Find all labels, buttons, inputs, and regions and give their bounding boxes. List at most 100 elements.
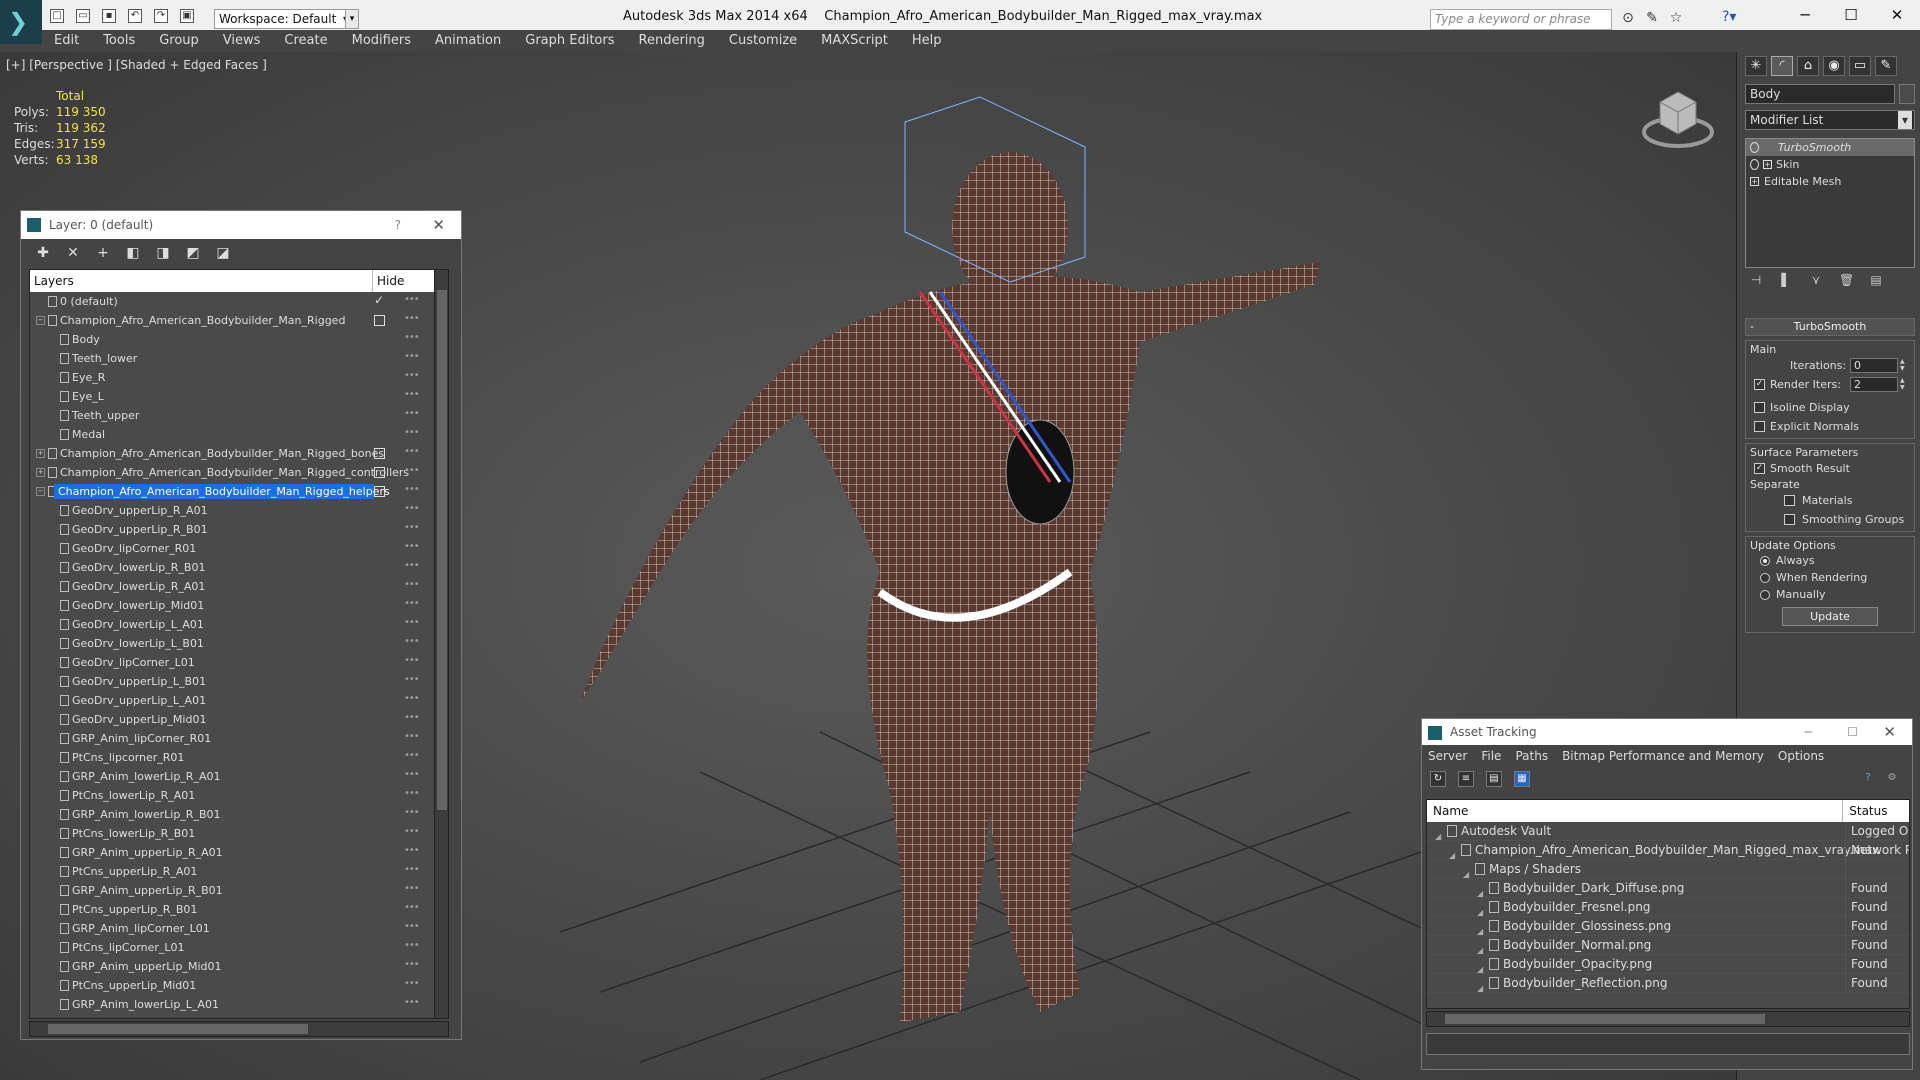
asset-row[interactable]: ◢ Bodybuilder_Opacity.png Found <box>1427 955 1909 974</box>
layer-object-row[interactable]: PtCns_lipcorner_R01 ••• <box>30 748 448 767</box>
binoculars-icon[interactable]: ⊙ <box>1620 10 1636 26</box>
hide-toggle[interactable]: ••• <box>404 1016 420 1018</box>
menu-maxscript[interactable]: MAXScript <box>809 30 900 52</box>
remove-modifier-icon[interactable]: 🗑 <box>1839 272 1854 288</box>
spinner-arrows-icon[interactable]: ▲ ▼ <box>1900 377 1905 391</box>
open-file-icon[interactable]: ▭ <box>76 9 90 23</box>
hide-toggle[interactable]: ••• <box>404 959 420 970</box>
hide-toggle[interactable]: ••• <box>404 598 420 609</box>
layer-object-row[interactable]: GeoDrv_upperLip_Mid01 ••• <box>30 710 448 729</box>
hide-toggle[interactable]: ••• <box>404 788 420 799</box>
hide-toggle[interactable]: ••• <box>404 294 420 305</box>
asset-row[interactable]: ◢ Bodybuilder_Glossiness.png Found <box>1427 917 1909 936</box>
help-icon[interactable]: ? <box>395 211 401 239</box>
workspace-dropdown[interactable]: Workspace: Default▾ <box>214 9 354 29</box>
render-iters-checkbox[interactable]: ✓ <box>1754 379 1765 390</box>
add-to-layer-icon[interactable]: + <box>95 245 111 261</box>
layer-object-row[interactable]: Medal ••• <box>30 425 448 444</box>
materials-checkbox[interactable] <box>1784 495 1795 506</box>
make-unique-icon[interactable]: ⋎ <box>1809 272 1823 288</box>
menu-graph-editors[interactable]: Graph Editors <box>513 30 626 52</box>
favorites-star-icon[interactable]: ☆ <box>1668 10 1684 26</box>
hide-toggle[interactable]: ••• <box>404 332 420 343</box>
layer-object-row[interactable]: GeoDrv_upperLip_R_B01 ••• <box>30 520 448 539</box>
layer-object-row[interactable]: GeoDrv_lowerLip_R_A01 ••• <box>30 577 448 596</box>
scrollbar-thumb[interactable] <box>1445 1014 1765 1024</box>
hide-toggle[interactable]: ••• <box>404 978 420 989</box>
layer-object-row[interactable]: PtCns_upperLip_R_B01 ••• <box>30 900 448 919</box>
menu-rendering[interactable]: Rendering <box>627 30 717 52</box>
rollout-header[interactable]: - TurboSmooth <box>1745 318 1915 336</box>
hide-toggle[interactable]: ••• <box>404 560 420 571</box>
layer-object-row[interactable]: GeoDrv_upperLip_L_A01 ••• <box>30 691 448 710</box>
layer-object-row[interactable]: GeoDrv_lipCorner_R01 ••• <box>30 539 448 558</box>
hide-toggle[interactable]: ••• <box>404 522 420 533</box>
settings-icon[interactable]: ⚙ <box>1884 771 1900 787</box>
asset-row[interactable]: ◢ Maps / Shaders <box>1427 860 1909 879</box>
modify-tab-icon[interactable]: ◜ <box>1771 56 1793 76</box>
undo-icon[interactable]: ↶ <box>128 9 142 23</box>
column-status[interactable]: Status <box>1843 800 1909 822</box>
hide-toggle[interactable]: ••• <box>404 864 420 875</box>
layer-object-row[interactable]: PtCns_lipCorner_L01 ••• <box>30 938 448 957</box>
detail-view-icon[interactable]: ▤ <box>1486 771 1502 787</box>
set-current-checkbox[interactable] <box>374 467 385 478</box>
layer-object-row[interactable]: GeoDrv_lipCorner_L01 ••• <box>30 653 448 672</box>
hide-toggle[interactable]: ••• <box>404 465 420 476</box>
hide-toggle[interactable]: ••• <box>404 940 420 951</box>
new-file-icon[interactable]: □ <box>50 9 64 23</box>
horizontal-scrollbar[interactable] <box>29 1021 449 1037</box>
vertical-scrollbar[interactable] <box>434 270 448 1018</box>
spinner-arrows-icon[interactable]: ▲ ▼ <box>1900 358 1905 372</box>
layer-object-row[interactable]: GeoDrv_lowerLip_L_A01 ••• <box>30 615 448 634</box>
hide-toggle[interactable]: ••• <box>404 541 420 552</box>
isoline-checkbox[interactable] <box>1754 402 1765 413</box>
menu-tools[interactable]: Tools <box>91 30 147 52</box>
hide-toggle[interactable]: ••• <box>404 370 420 381</box>
layer-object-row[interactable]: GeoDrv_upperLip_R_A01 ••• <box>30 501 448 520</box>
modifier-list-dropdown[interactable]: Modifier List ▾ <box>1745 110 1915 130</box>
asset-row[interactable]: ◢ Bodybuilder_Reflection.png Found <box>1427 974 1909 993</box>
freeze-all-icon[interactable]: ◪ <box>215 245 231 261</box>
hide-toggle[interactable]: ••• <box>404 351 420 362</box>
asset-row[interactable]: ◢ Bodybuilder_Dark_Diffuse.png Found <box>1427 879 1909 898</box>
layer-object-row[interactable]: Eye_L ••• <box>30 387 448 406</box>
hide-toggle[interactable]: ••• <box>404 617 420 628</box>
hide-toggle[interactable]: ••• <box>404 446 420 457</box>
layer-object-row[interactable]: PtCns_lowerLip_L_A01 ••• <box>30 1014 448 1018</box>
asset-row[interactable]: ◢ Bodybuilder_Fresnel.png Found <box>1427 898 1909 917</box>
layer-object-row[interactable]: Teeth_lower ••• <box>30 349 448 368</box>
object-name-field[interactable]: Body <box>1745 84 1895 104</box>
tree-toggle-icon[interactable]: ◢ <box>1477 979 1483 998</box>
project-folder-icon[interactable]: ▣ <box>180 9 194 23</box>
configure-sets-icon[interactable]: ▤ <box>1869 272 1883 288</box>
hide-toggle[interactable]: ••• <box>404 655 420 666</box>
hide-toggle[interactable]: ••• <box>404 883 420 894</box>
hierarchy-tab-icon[interactable]: ⌂ <box>1797 56 1819 76</box>
select-objects-icon[interactable]: ◧ <box>125 245 141 261</box>
layer-row[interactable]: − Champion_Afro_American_Bodybuilder_Man_… <box>30 482 448 501</box>
layer-row[interactable]: − Champion_Afro_American_Bodybuilder_Man_… <box>30 311 448 330</box>
communication-icon[interactable]: ✎ <box>1644 10 1660 26</box>
maximize-icon[interactable]: ☐ <box>1847 719 1858 745</box>
minimize-icon[interactable]: ─ <box>1805 719 1812 745</box>
layer-object-row[interactable]: PtCns_upperLip_R_A01 ••• <box>30 862 448 881</box>
menu-create[interactable]: Create <box>272 30 339 52</box>
menu-edit[interactable]: Edit <box>42 30 91 52</box>
iterations-spinner[interactable]: 0 <box>1850 358 1898 373</box>
expand-icon[interactable]: + <box>1750 177 1759 186</box>
scrollbar-thumb[interactable] <box>437 290 447 810</box>
delete-layer-icon[interactable]: ✕ <box>65 245 81 261</box>
menu-modifiers[interactable]: Modifiers <box>340 30 423 52</box>
set-current-checkbox[interactable] <box>374 315 385 326</box>
hide-toggle[interactable]: ••• <box>404 674 420 685</box>
create-tab-icon[interactable]: ✳ <box>1745 56 1767 76</box>
collapse-icon[interactable]: − <box>36 487 45 496</box>
smooth-result-checkbox[interactable]: ✓ <box>1754 463 1765 474</box>
menu-group[interactable]: Group <box>147 30 211 52</box>
layer-row[interactable]: + Champion_Afro_American_Bodybuilder_Man_… <box>30 444 448 463</box>
display-tab-icon[interactable]: ▭ <box>1849 56 1871 76</box>
manually-radio[interactable] <box>1760 590 1770 600</box>
pin-stack-icon[interactable]: ⊣ <box>1749 272 1763 288</box>
hide-toggle[interactable]: ••• <box>404 845 420 856</box>
